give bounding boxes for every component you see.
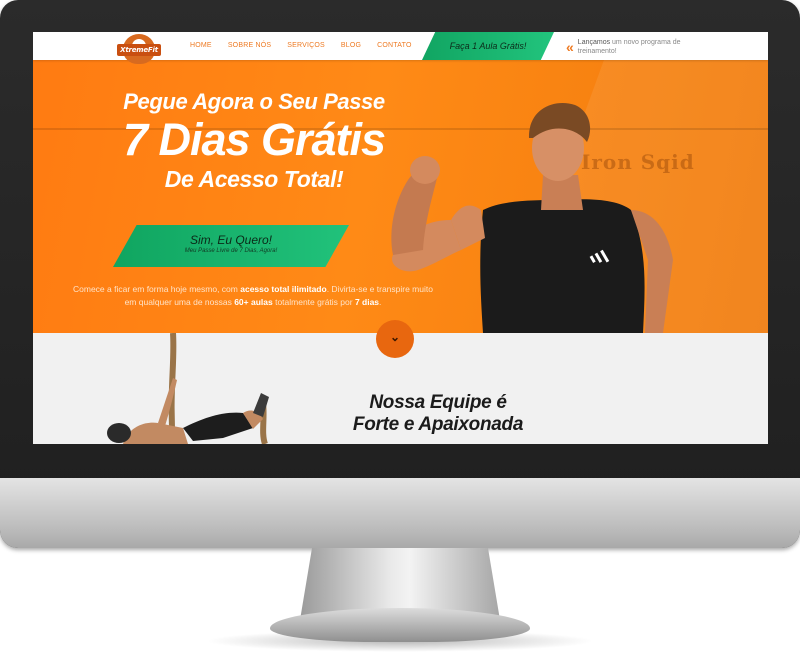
desc-bold: 7 dias (354, 297, 380, 307)
monitor-chin (0, 478, 800, 548)
team-title-line-1: Nossa Equipe é (369, 392, 507, 413)
scroll-down-button[interactable]: ⌄ (376, 320, 414, 358)
announcement-bar[interactable]: « Lançamos um novo programa de treinamen… (566, 37, 766, 57)
screen: Iron Sqid Pegue Agora o Seu Passe 7 Dias… (33, 32, 768, 444)
hero-cta-label: Sim, Eu Quero! (189, 233, 273, 247)
team-title-line-2: Forte e Apaixonada (352, 414, 524, 435)
rope-climber-image (107, 333, 269, 444)
desc-bold: acesso total ilimitado (240, 284, 327, 294)
main-nav: HOME SOBRE NÓS SERVIÇOS BLOG CONTATO (182, 32, 420, 60)
desc-text: Comece a ficar em forma hoje mesmo, com (73, 284, 241, 294)
chevron-down-icon: ⌄ (389, 330, 401, 344)
hero-section: Iron Sqid Pegue Agora o Seu Passe 7 Dias… (33, 60, 768, 333)
announcement-text: Lançamos um novo programa de treinamento… (578, 38, 698, 56)
hero-description: Comece a ficar em forma hoje mesmo, com … (73, 283, 433, 309)
monitor-stand-base (270, 608, 530, 642)
headline-line-3: De Acesso Total! (164, 166, 344, 192)
nav-contato[interactable]: CONTATO (369, 32, 419, 60)
header-cta-button[interactable]: Faça 1 Aula Grátis! (422, 32, 554, 60)
announcement-highlight: Lançamos (577, 39, 611, 46)
desc-bold: 60+ aulas (234, 297, 273, 307)
double-chevron-left-icon[interactable]: « (566, 39, 574, 55)
logo-text: XtremeFit (117, 44, 161, 56)
headline-line-1: Pegue Agora o Seu Passe (123, 89, 385, 114)
hero-cta-button[interactable]: Sim, Eu Quero! Meu Passe Livre de 7 Dias… (113, 225, 349, 267)
headline-line-2: 7 Dias Grátis (122, 114, 386, 165)
nav-servicos[interactable]: SERVIÇOS (279, 32, 333, 60)
nav-sobre-nos[interactable]: SOBRE NÓS (220, 32, 279, 60)
nav-blog[interactable]: BLOG (333, 32, 369, 60)
desc-text: totalmente grátis por (272, 297, 355, 307)
nav-home[interactable]: HOME (182, 32, 220, 60)
hero-cta-sublabel: Meu Passe Livre de 7 Dias, Agora! (184, 248, 278, 254)
desc-text: . (379, 297, 382, 307)
team-section-title: Nossa Equipe é Forte e Apaixonada (303, 392, 573, 436)
site-logo[interactable]: XtremeFit (117, 34, 161, 66)
hero-headline: Pegue Agora o Seu Passe 7 Dias Grátis De… (89, 89, 419, 193)
